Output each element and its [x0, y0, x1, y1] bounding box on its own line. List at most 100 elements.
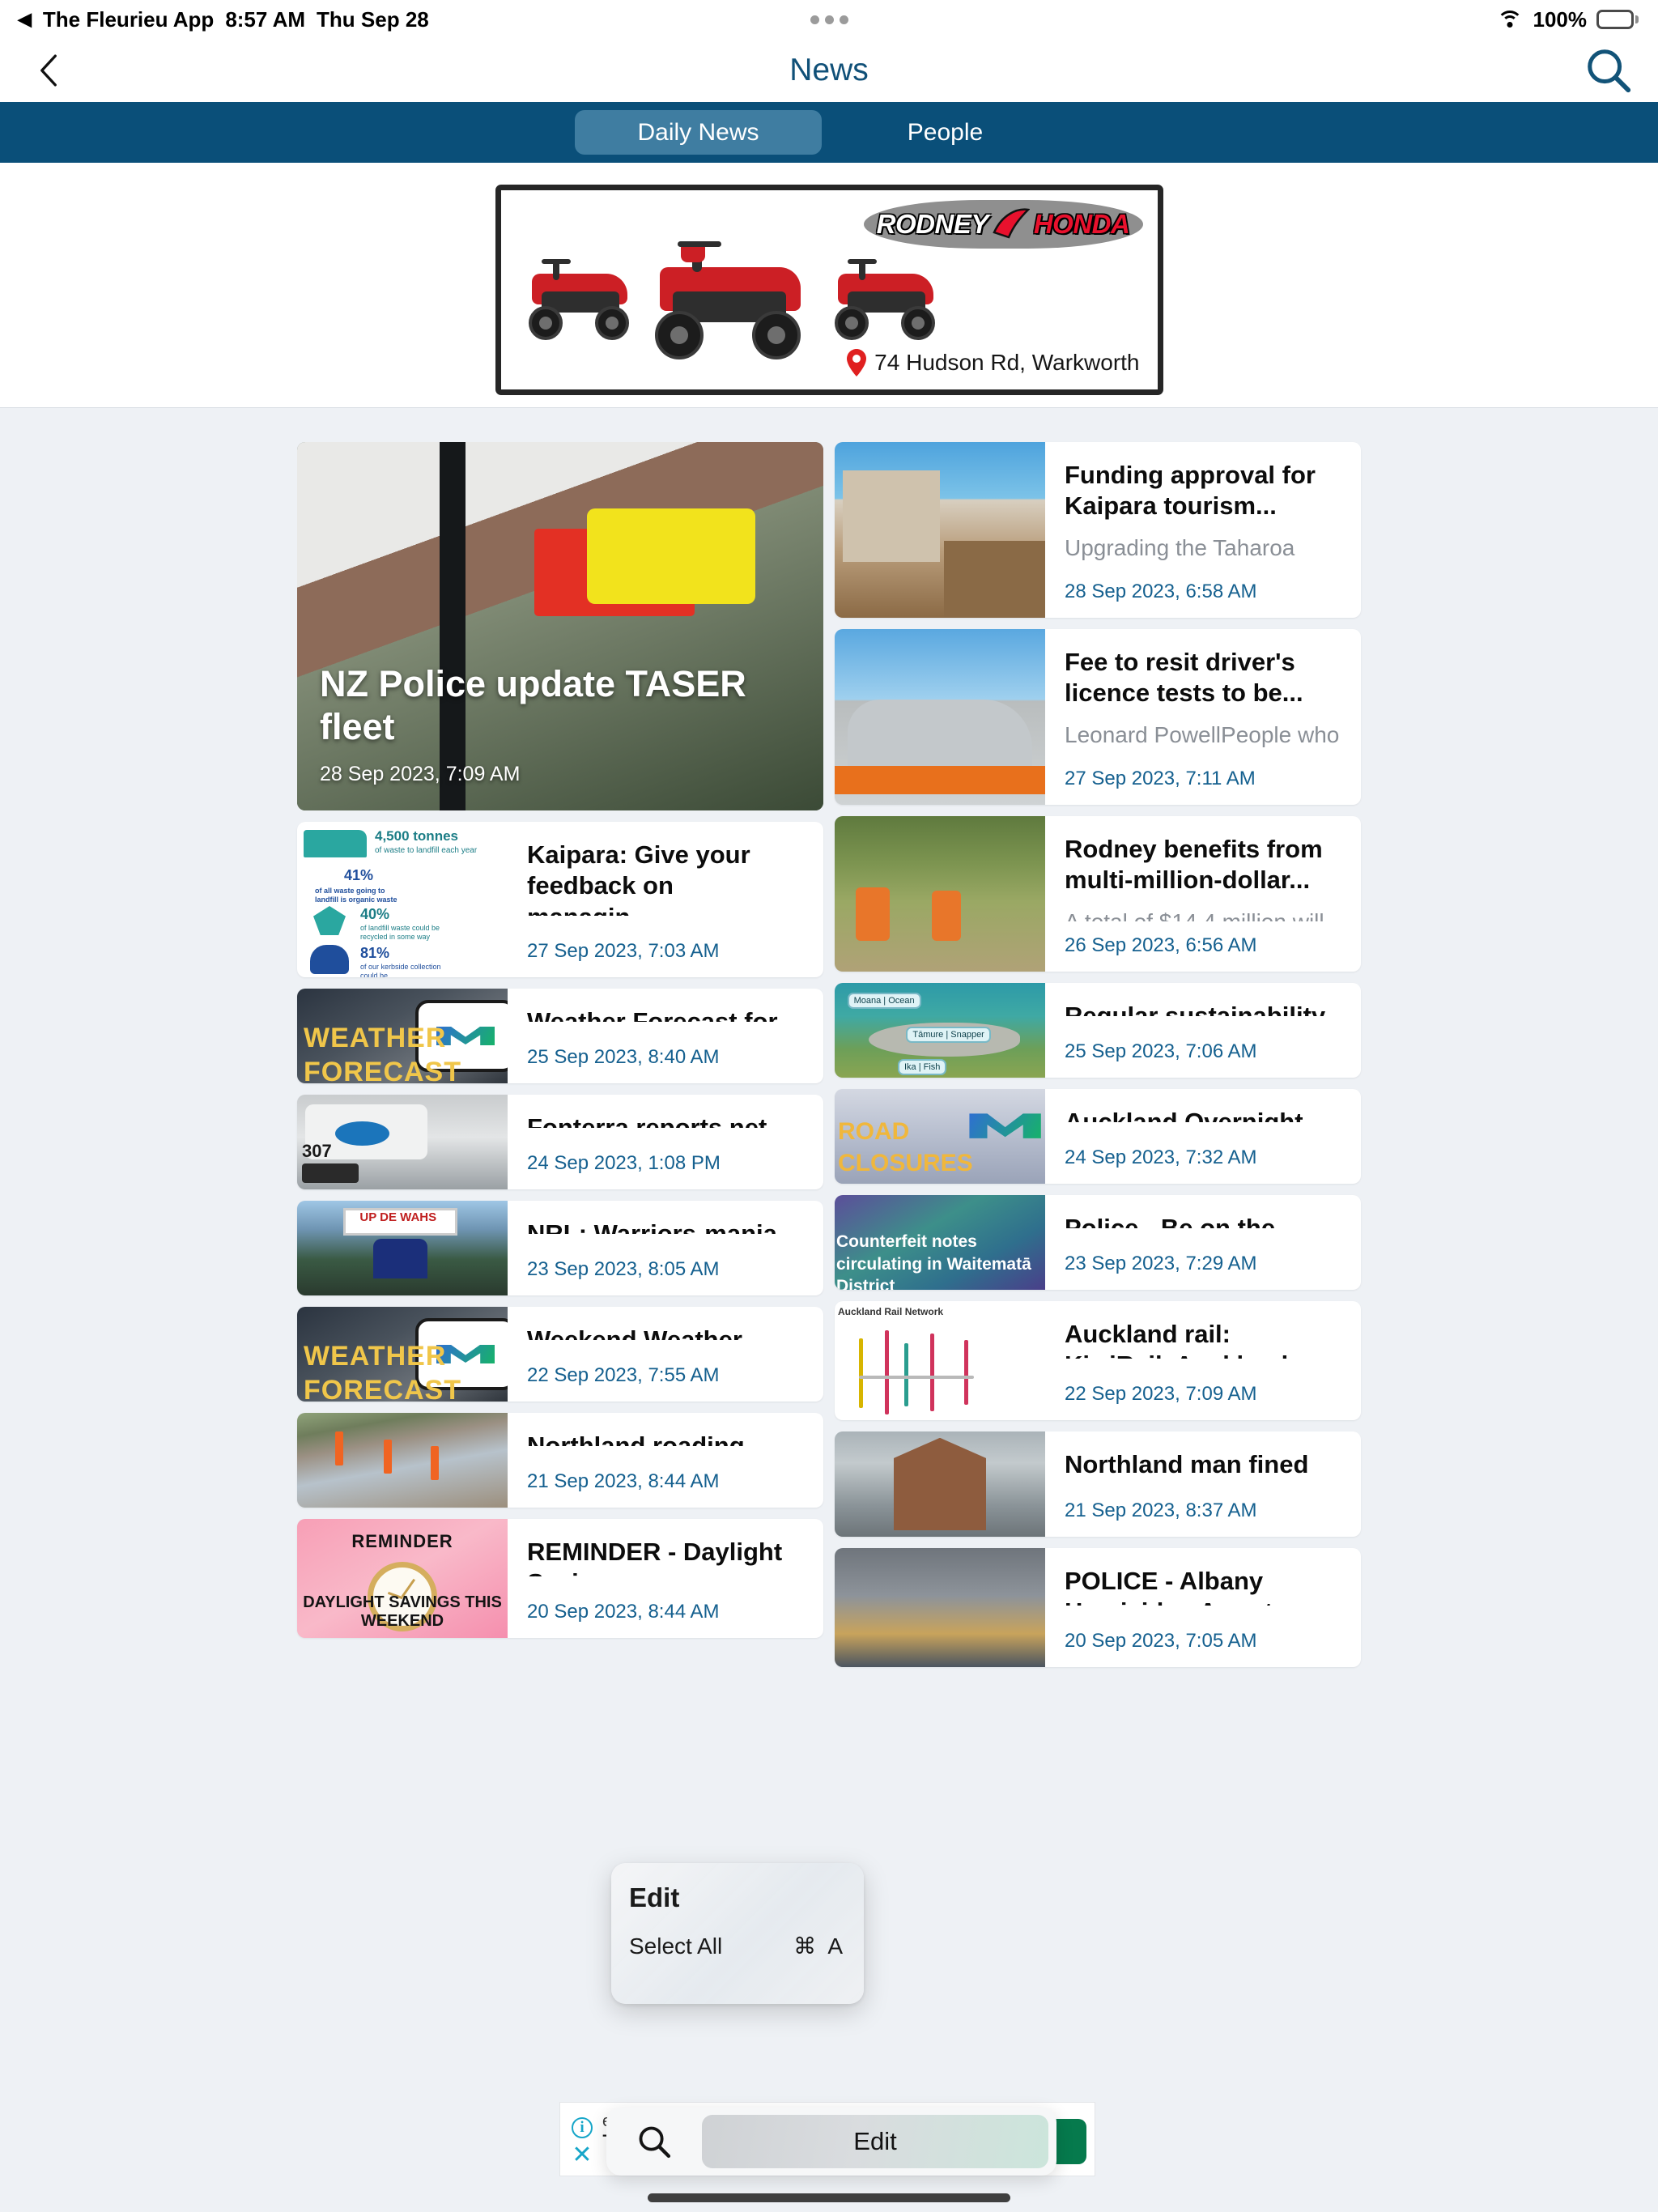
article-card[interactable]: Counterfeit notes circulating in Waitema…: [835, 1195, 1361, 1290]
thumb-caption-top: REMINDER: [351, 1530, 453, 1551]
tab-people[interactable]: People: [822, 110, 1069, 155]
thumb-caption: WEATHER FORECAST: [304, 1022, 461, 1083]
map-pin-icon: [847, 349, 867, 376]
article-thumbnail: ROAD CLOSURES: [835, 1089, 1045, 1184]
stat-value: 41%: [344, 867, 374, 883]
article-date: 25 Sep 2023, 7:06 AM: [1065, 1040, 1257, 1062]
article-body: Northland roading improvements to ram...…: [508, 1413, 823, 1508]
article-card[interactable]: WEATHER FORECAST Weather Forecast for th…: [297, 989, 823, 1083]
article-card[interactable]: Rodney benefits from multi-million-dolla…: [835, 816, 1361, 972]
article-thumbnail: REMINDER DAYLIGHT SAVINGS THIS WEEKEND: [297, 1519, 508, 1638]
courthouse-image: [835, 1431, 1045, 1537]
battery-icon: [1596, 10, 1639, 29]
thumb-caption: Auckland Rail Network: [838, 1306, 944, 1317]
article-desc: Leonard PowellPeople who fail their driv…: [1065, 721, 1340, 755]
article-card[interactable]: Auckland Rail Network Auckland rail: Kiw…: [835, 1301, 1361, 1420]
article-card[interactable]: Fee to resit driver's licence tests to b…: [835, 629, 1361, 805]
article-body: Northland man fined more than $33,000 f.…: [1045, 1431, 1361, 1537]
reminder-clock-image: REMINDER DAYLIGHT SAVINGS THIS WEEKEND: [297, 1519, 508, 1638]
article-card[interactable]: 4,500 tonnes of waste to landfill each y…: [297, 822, 823, 977]
article-date: 28 Sep 2023, 6:58 AM: [1065, 581, 1257, 602]
feed-column-left: NZ Police update TASER fleet 28 Sep 2023…: [297, 442, 823, 1649]
feed-column-right: Funding approval for Kaipara tourism... …: [835, 442, 1361, 1678]
weather-forecast-image: WEATHER FORECAST: [297, 1307, 508, 1402]
hero-date: 28 Sep 2023, 7:09 AM: [320, 763, 521, 785]
road-closures-image: ROAD CLOSURES: [835, 1089, 1045, 1184]
warriors-fan-image: UP DE WAHS: [297, 1201, 508, 1295]
toolbar-edit-button[interactable]: Edit: [702, 2115, 1048, 2168]
thumb-caption-bottom: DAYLIGHT SAVINGS THIS WEEKEND: [303, 1593, 502, 1631]
police-scene-image: [835, 1548, 1045, 1667]
edit-floating-toolbar[interactable]: Edit: [606, 2108, 1056, 2176]
article-title: Northland man fined more than $33,000 f.…: [1065, 1450, 1309, 1475]
article-body: Fonterra reports net profits nearly trip…: [508, 1095, 823, 1189]
atv-product-images: [517, 235, 938, 359]
article-body: NRL: Warriors-mania reaches boiling poin…: [508, 1201, 823, 1295]
article-title: REMINDER - Daylight Saving: [527, 1538, 783, 1576]
close-icon[interactable]: ✕: [572, 2143, 593, 2167]
brand-word-honda: HONDA: [1033, 209, 1130, 239]
hero-title: NZ Police update TASER fleet: [320, 662, 746, 747]
weather-forecast-image: WEATHER FORECAST: [297, 989, 508, 1083]
tab-daily-news[interactable]: Daily News: [575, 110, 822, 155]
article-card[interactable]: Funding approval for Kaipara tourism... …: [835, 442, 1361, 618]
menu-item-select-all[interactable]: Select All ⌘ A: [629, 1933, 846, 1959]
article-card[interactable]: 307 Fonterra reports net profits nearly …: [297, 1095, 823, 1189]
article-date: 24 Sep 2023, 1:08 PM: [527, 1152, 721, 1174]
edit-menu-title: Edit: [629, 1882, 680, 1912]
article-title: Weekend Weather: [527, 1325, 742, 1340]
info-icon[interactable]: i: [572, 2117, 593, 2138]
rodney-honda-ad[interactable]: RODNEY HONDA 74 Hudson Rd, Warkworth: [495, 185, 1163, 395]
article-body: Auckland rail: KiwiRail, Auckland Transp…: [1045, 1301, 1361, 1420]
article-date: 27 Sep 2023, 7:03 AM: [527, 940, 720, 962]
article-body: Fee to resit driver's licence tests to b…: [1045, 629, 1361, 805]
stat-caption: of landfill waste could be recycled in s…: [360, 924, 440, 941]
article-card[interactable]: REMINDER DAYLIGHT SAVINGS THIS WEEKEND R…: [297, 1519, 823, 1638]
article-date: 21 Sep 2023, 8:37 AM: [1065, 1499, 1257, 1521]
thumb-caption: Counterfeit notes circulating in Waitema…: [836, 1232, 1031, 1290]
toolbar-edit-label: Edit: [853, 2127, 897, 2155]
article-date: 23 Sep 2023, 8:05 AM: [527, 1258, 720, 1280]
article-thumbnail: Auckland Rail Network: [835, 1301, 1045, 1420]
article-card[interactable]: Northland roading improvements to ram...…: [297, 1413, 823, 1508]
article-card[interactable]: Northland man fined more than $33,000 f.…: [835, 1431, 1361, 1537]
hero-article-card[interactable]: NZ Police update TASER fleet 28 Sep 2023…: [297, 442, 823, 810]
counterfeit-notes-image: Counterfeit notes circulating in Waitema…: [835, 1195, 1045, 1290]
article-thumbnail: 307: [297, 1095, 508, 1189]
article-card[interactable]: Moana | Ocean Tāmure | Snapper Ika | Fis…: [835, 983, 1361, 1078]
article-desc: A total of $14.4 million will go towards…: [1065, 908, 1341, 921]
driving-school-car-image: [835, 629, 1045, 805]
toolbar-search-button[interactable]: [606, 2124, 702, 2159]
article-body: REMINDER - Daylight Saving Daylight savi…: [508, 1519, 823, 1638]
search-button[interactable]: [1580, 42, 1637, 99]
article-card[interactable]: WEATHER FORECAST Weekend Weather Warkwor…: [297, 1307, 823, 1402]
ad-address-label: 74 Hudson Rd, Warkworth: [874, 350, 1140, 375]
tab-daily-news-label: Daily News: [637, 118, 759, 146]
article-date: 20 Sep 2023, 7:05 AM: [1065, 1630, 1257, 1652]
multitask-dots-icon[interactable]: [810, 15, 848, 24]
stat-value: 81%: [360, 945, 390, 961]
article-body: Regular sustainability review sees catch…: [1045, 983, 1361, 1078]
search-icon: [1588, 49, 1631, 93]
home-indicator[interactable]: [648, 2193, 1010, 2202]
article-title: Police - Be on the lookout for counterfe…: [1065, 1214, 1276, 1228]
roadworks-image: [297, 1413, 508, 1508]
menu-item-shortcut: ⌘ A: [793, 1933, 846, 1959]
tab-bar: Daily News People: [0, 102, 1658, 163]
article-date: 22 Sep 2023, 7:09 AM: [1065, 1383, 1257, 1405]
thumb-tag: Ika | Fish: [898, 1058, 947, 1075]
thumb-caption: WEATHER FORECAST: [304, 1340, 461, 1402]
page-title: News: [789, 53, 869, 87]
status-bar-right: 100%: [1496, 7, 1639, 32]
hero-overlay: NZ Police update TASER fleet 28 Sep 2023…: [297, 662, 823, 810]
stat-value: 40%: [360, 906, 390, 922]
article-card[interactable]: UP DE WAHS NRL: Warriors-mania reaches b…: [297, 1201, 823, 1295]
edit-context-menu[interactable]: Edit Select All ⌘ A: [611, 1863, 864, 2004]
article-card[interactable]: ROAD CLOSURES Auckland Overnight Motorwa…: [835, 1089, 1361, 1184]
article-thumbnail: [835, 442, 1045, 618]
article-title: Funding approval for Kaipara tourism...: [1065, 461, 1316, 521]
article-card[interactable]: POLICE - Albany Homicide - Arrest... Pol…: [835, 1548, 1361, 1667]
rail-network-map-image: Auckland Rail Network: [835, 1301, 1045, 1420]
article-thumbnail: 4,500 tonnes of waste to landfill each y…: [297, 822, 508, 977]
tree-planting-image: [835, 816, 1045, 972]
